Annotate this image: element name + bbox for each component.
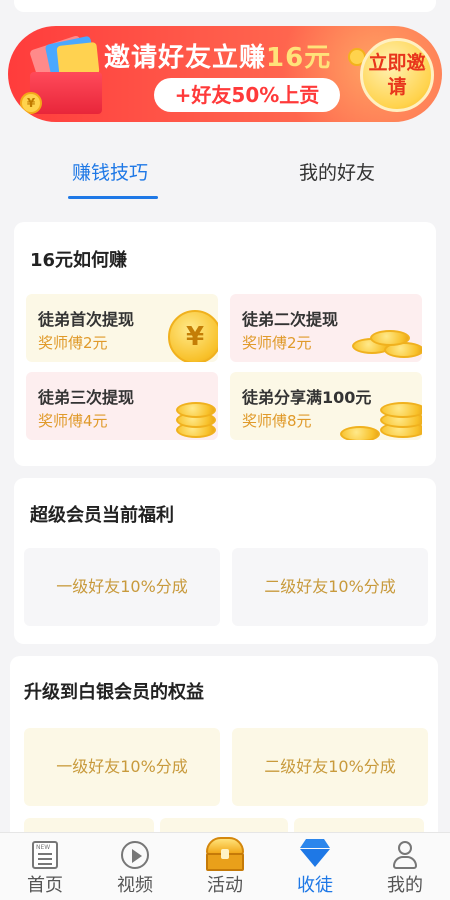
- tip-title: 徒弟首次提现: [38, 310, 135, 329]
- earn-tips-card: 16元如何赚 徒弟首次提现 奖师傅2元 ¥ 徒弟二次提现 奖师傅2元 徒弟三次提…: [14, 222, 436, 466]
- benefit-item: 二级好友10%分成: [232, 728, 428, 806]
- benefit-item: 二级好友10%分成: [232, 548, 428, 626]
- tip-title: 徒弟分享满100元: [242, 388, 372, 407]
- coin-stack-icon: [380, 402, 422, 418]
- play-icon: [121, 841, 149, 869]
- card-title: 升级到白银会员的权益: [24, 682, 204, 703]
- nav-activity[interactable]: 活动: [180, 833, 270, 900]
- tab-earning-tips[interactable]: 赚钱技巧: [72, 158, 148, 185]
- nav-label: 视频: [117, 875, 153, 896]
- benefit-item: 一级好友10%分成: [24, 548, 220, 626]
- banner-subtitle: +好友50%上贡: [154, 78, 340, 112]
- coin-stack-icon: [370, 330, 410, 346]
- coin-icon: ¥: [20, 92, 42, 114]
- user-icon: [393, 841, 417, 869]
- tip-title: 徒弟二次提现: [242, 310, 339, 329]
- diamond-icon: [300, 839, 330, 867]
- banner-amount: 16元: [266, 43, 332, 73]
- red-envelope-icon: ¥: [20, 34, 108, 116]
- tab-my-friends[interactable]: 我的好友: [299, 158, 375, 185]
- tip-reward: 奖师傅2元: [242, 334, 312, 352]
- banner-title: 邀请好友立赚16元: [104, 43, 332, 73]
- tip-reward: 奖师傅2元: [38, 334, 108, 352]
- card-title: 超级会员当前福利: [30, 505, 174, 526]
- treasure-chest-icon: [206, 837, 244, 871]
- tip-item: 徒弟三次提现 奖师傅4元: [26, 372, 218, 440]
- tip-reward: 奖师傅8元: [242, 412, 312, 430]
- tip-item: 徒弟分享满100元 奖师傅8元: [230, 372, 422, 440]
- coin-stack-icon: [340, 426, 380, 440]
- super-member-benefits-card: 超级会员当前福利 一级好友10%分成 二级好友10%分成: [14, 478, 436, 644]
- invite-banner[interactable]: ¥ 邀请好友立赚16元 +好友50%上贡 立即邀请: [8, 26, 442, 122]
- tab-bar: 赚钱技巧 我的好友: [0, 150, 450, 200]
- silver-member-benefits-card: 升级到白银会员的权益 一级好友10%分成 二级好友10%分成: [10, 656, 438, 858]
- active-tab-indicator: [68, 196, 158, 199]
- previous-card-edge: [14, 0, 436, 12]
- nav-label: 活动: [207, 875, 243, 896]
- news-icon: NEW: [32, 841, 58, 869]
- tip-reward: 奖师傅4元: [38, 412, 108, 430]
- yuan-coin-icon: ¥: [168, 310, 218, 362]
- nav-label: 收徒: [297, 875, 333, 896]
- tip-item: 徒弟二次提现 奖师傅2元: [230, 294, 422, 362]
- nav-mine[interactable]: 我的: [360, 833, 450, 900]
- tip-item: 徒弟首次提现 奖师傅2元 ¥: [26, 294, 218, 362]
- coin-stack-icon: [176, 402, 216, 418]
- card-title: 16元如何赚: [30, 250, 128, 271]
- benefit-item: 一级好友10%分成: [24, 728, 220, 806]
- bottom-navigation: NEW 首页 视频 活动 收徒 我的: [0, 832, 450, 900]
- tip-title: 徒弟三次提现: [38, 388, 135, 407]
- nav-recruit[interactable]: 收徒: [270, 833, 360, 900]
- nav-home[interactable]: NEW 首页: [0, 833, 90, 900]
- nav-label: 我的: [387, 875, 423, 896]
- nav-label: 首页: [27, 875, 63, 896]
- nav-video[interactable]: 视频: [90, 833, 180, 900]
- invite-now-button[interactable]: 立即邀请: [360, 38, 434, 112]
